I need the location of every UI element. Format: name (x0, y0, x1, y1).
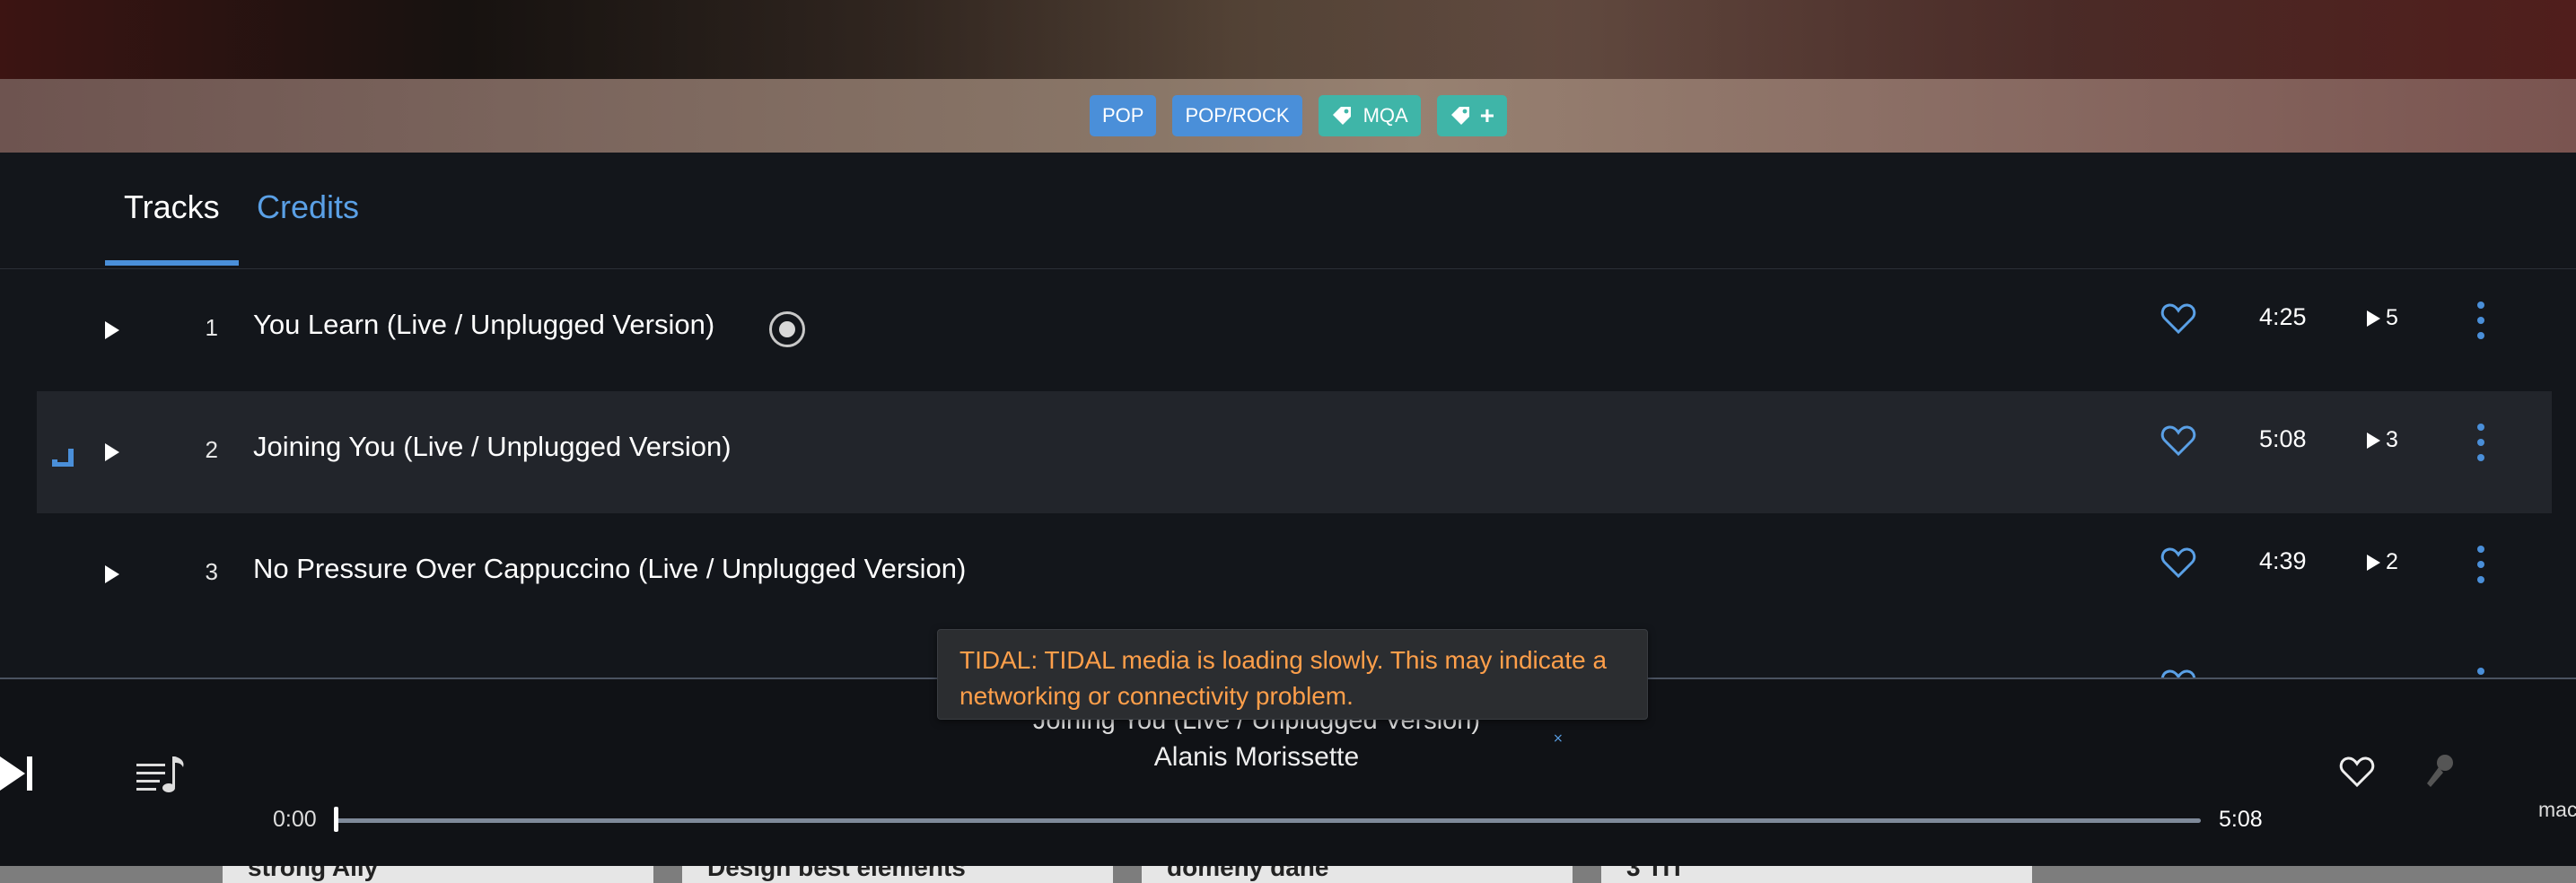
seek-handle[interactable] (334, 807, 338, 832)
track-row[interactable]: 1 You Learn (Live / Unplugged Version) 4… (37, 269, 2552, 391)
tab-credits[interactable]: Credits (257, 188, 359, 226)
background-content: strong Ally Design best elements domeny … (0, 866, 2576, 883)
tag-pop-rock[interactable]: POP/ROCK (1172, 95, 1302, 136)
background-card: strong Ally (223, 866, 653, 883)
background-card: Design best elements (682, 866, 1113, 883)
track-number: 2 (205, 436, 218, 463)
tab-tracks[interactable]: Tracks (124, 188, 220, 226)
more-options-icon[interactable] (2476, 424, 2485, 465)
track-duration: 4:25 (2259, 303, 2307, 330)
track-list: 1 You Learn (Live / Unplugged Version) 4… (0, 269, 2576, 678)
heart-icon[interactable] (2160, 424, 2196, 458)
album-header-backdrop (0, 0, 2576, 79)
play-count-icon (2367, 432, 2380, 449)
play-count: 2 (2367, 549, 2398, 575)
tag-mqa[interactable]: MQA (1318, 95, 1421, 136)
play-count: 3 (2367, 427, 2398, 453)
track-number: 1 (205, 314, 218, 341)
background-card: 3 TIT (1601, 866, 2032, 883)
loading-indicator-icon (769, 311, 805, 347)
track-title[interactable]: No Pressure Over Cappuccino (Live / Unpl… (253, 553, 966, 585)
album-tabs: Tracks Credits (0, 153, 2576, 269)
more-options-icon[interactable] (2476, 668, 2485, 678)
heart-icon[interactable] (2160, 668, 2196, 678)
track-duration: 5:08 (2259, 425, 2307, 452)
current-time: 0:00 (273, 807, 317, 832)
play-icon[interactable] (105, 443, 119, 461)
track-title[interactable]: Joining You (Live / Unplugged Version) (253, 431, 732, 463)
more-options-icon[interactable] (2476, 302, 2485, 343)
plus-icon: + (1479, 101, 1495, 129)
play-count-icon (2367, 310, 2380, 327)
play-icon[interactable] (105, 321, 119, 339)
play-icon[interactable] (105, 565, 119, 583)
now-playing-artist[interactable]: Alanis Morissette (0, 742, 2513, 773)
background-card: domeny dane (1142, 866, 1573, 883)
add-tag-button[interactable]: + (1436, 95, 1508, 136)
more-options-icon[interactable] (2476, 546, 2485, 587)
tag-list: POP POP/ROCK MQA + (1090, 95, 1508, 136)
tag-pop[interactable]: POP (1090, 95, 1157, 136)
close-icon[interactable]: × (1553, 731, 1564, 746)
tag-icon (1332, 107, 1351, 125)
track-duration: 4:39 (2259, 547, 2307, 574)
heart-icon[interactable] (2160, 302, 2196, 336)
track-number: 3 (205, 558, 218, 585)
total-time: 5:08 (2219, 807, 2263, 832)
heart-icon[interactable] (2160, 546, 2196, 580)
track-row[interactable]: 2 Joining You (Live / Unplugged Version)… (37, 391, 2552, 513)
track-row[interactable]: 3 No Pressure Over Cappuccino (Live / Un… (37, 513, 2552, 635)
track-title[interactable]: You Learn (Live / Unplugged Version) (253, 309, 714, 341)
favorite-heart-icon[interactable] (2339, 755, 2375, 789)
seek-bar[interactable] (336, 818, 2201, 823)
active-tab-indicator (105, 260, 239, 266)
tag-icon (1450, 107, 1469, 125)
lyrics-microphone-icon[interactable] (2423, 753, 2456, 789)
clipped-label: mac (2538, 798, 2576, 821)
play-count-icon (2367, 554, 2380, 571)
album-header: POP POP/ROCK MQA + (0, 0, 2576, 153)
now-playing-icon (52, 449, 74, 467)
play-count: 5 (2367, 305, 2398, 331)
notification-toast: TIDAL: TIDAL media is loading slowly. Th… (937, 629, 1648, 720)
